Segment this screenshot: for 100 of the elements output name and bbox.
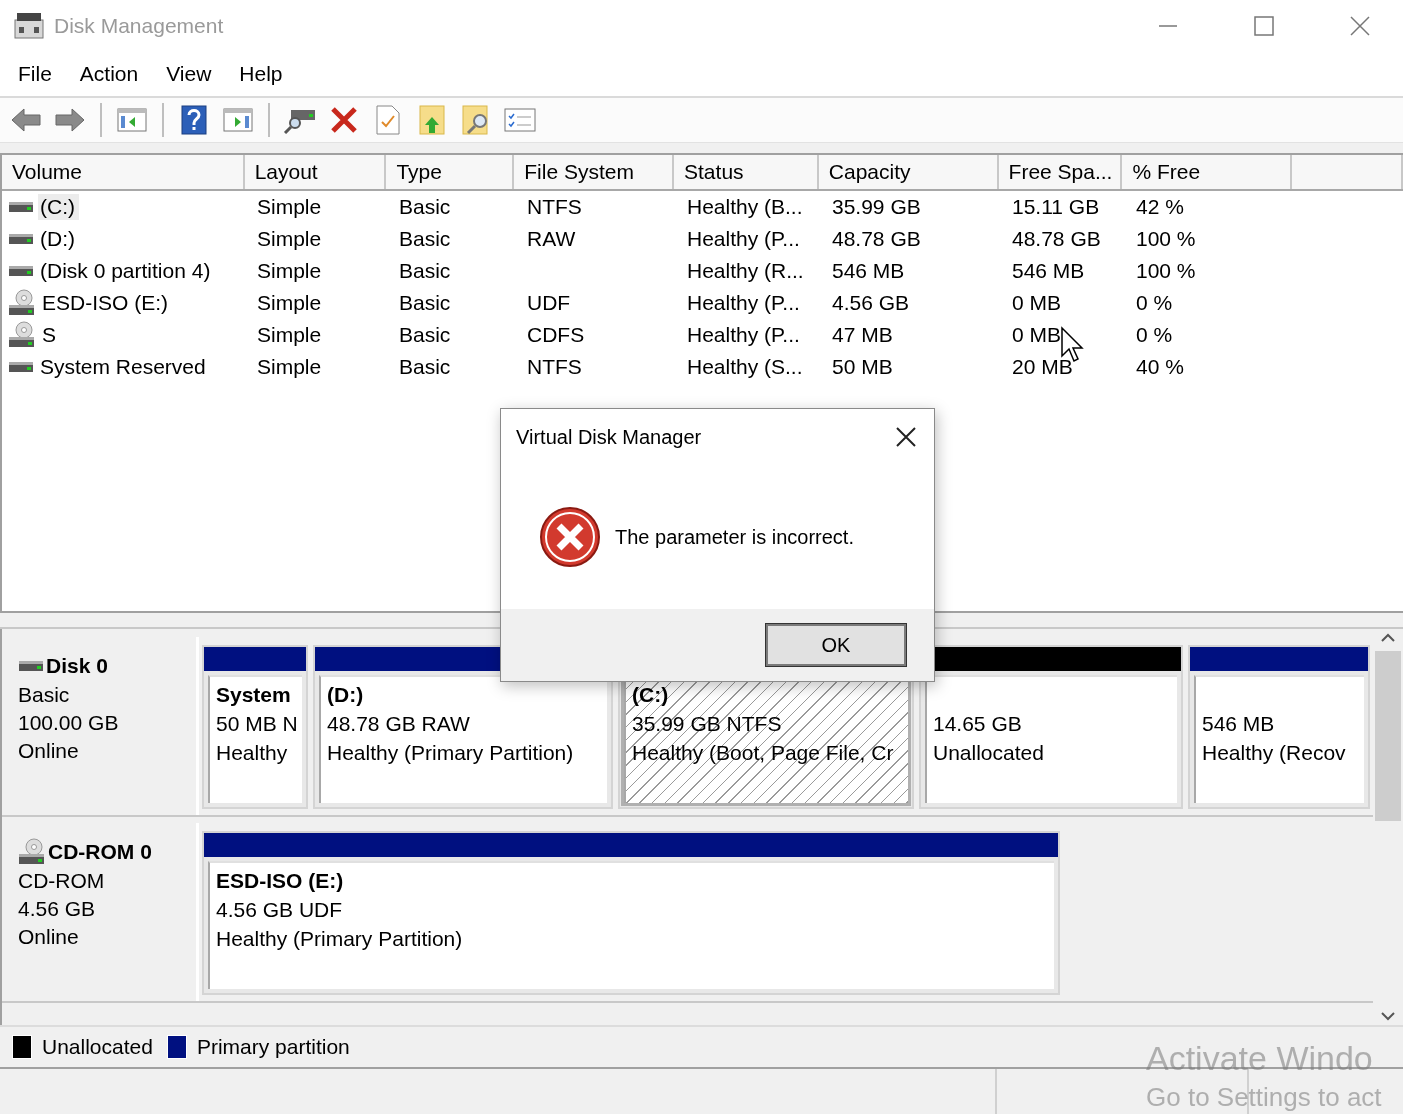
close-icon[interactable] [895, 426, 917, 448]
table-cell: 0 MB [1012, 323, 1061, 346]
partition-label: (C:) [632, 682, 670, 708]
cd-drive-icon [8, 289, 36, 317]
table-cell: Simple [257, 227, 322, 250]
column-header[interactable]: Type [386, 155, 515, 189]
show-pane-icon[interactable] [223, 107, 253, 133]
column-header[interactable]: Layout [244, 155, 387, 189]
table-cell: UDF [527, 291, 571, 314]
table-cell: 48.78 GB [1012, 227, 1101, 250]
table-cell: 100 % [1136, 259, 1196, 282]
drive-icon [8, 360, 34, 374]
drive-entry[interactable]: S [40, 322, 60, 348]
ok-button[interactable]: OK [766, 624, 906, 666]
partition-block[interactable]: System 50 MB N Healthy [202, 645, 308, 809]
partition-size: 4.56 GB UDF [216, 897, 344, 923]
table-cell: 0 MB [1012, 291, 1061, 314]
table-cell: 48.78 GB [832, 227, 921, 250]
delete-icon[interactable] [330, 106, 358, 134]
table-cell: NTFS [527, 355, 582, 378]
disk-size: 4.56 GB [18, 896, 97, 922]
scrollbar-thumb[interactable] [1375, 651, 1401, 821]
table-cell: Healthy (P... [687, 291, 800, 314]
partition-size: 50 MB N [216, 711, 296, 737]
back-arrow-icon[interactable] [10, 107, 42, 133]
table-cell: 0 % [1136, 323, 1173, 346]
menu-item[interactable]: Action [65, 54, 153, 94]
table-cell: 50 MB [832, 355, 893, 378]
table-cell: Basic [399, 291, 451, 314]
drive-entry[interactable]: System Reserved [38, 354, 210, 380]
menu-item[interactable]: View [152, 54, 226, 94]
error-icon [539, 506, 601, 568]
legend-label: Unallocated [42, 1035, 153, 1059]
partition-status: Healthy (Primary Partition) [327, 740, 575, 766]
partition-label: (D:) [327, 682, 365, 708]
table-cell: Healthy (P... [687, 323, 800, 346]
drive-icon [8, 200, 34, 214]
folder-search-icon[interactable] [462, 105, 490, 135]
column-header[interactable]: Free Spa... [998, 155, 1123, 189]
table-cell: 15.11 GB [1012, 195, 1100, 218]
partition-status: Healthy (Primary Partition) [216, 926, 464, 952]
partition-block[interactable]: 546 MB Healthy (Recov [1188, 645, 1370, 809]
checklist-icon[interactable] [504, 108, 536, 132]
table-cell: Healthy (P... [687, 227, 800, 250]
partition-block[interactable]: 14.65 GB Unallocated [919, 645, 1183, 809]
partition-status: Healthy (Recov [1202, 740, 1347, 766]
partition-status: Healthy (Boot, Page File, Cr [632, 740, 895, 766]
table-cell: 546 MB [832, 259, 905, 282]
dialog-title: Virtual Disk Manager [516, 425, 702, 449]
disk-name: Disk 0 [46, 654, 108, 678]
forward-arrow-icon[interactable] [54, 107, 86, 133]
disk-name: CD-ROM 0 [48, 840, 152, 864]
drive-icon [8, 264, 34, 278]
partition-label: ESD-ISO (E:) [216, 868, 345, 894]
column-header[interactable]: % Free [1122, 155, 1293, 189]
maximize-icon[interactable] [1254, 16, 1274, 36]
drive-entry[interactable]: ESD-ISO (E:) [40, 290, 172, 316]
drive-icon [18, 659, 44, 673]
partition-block[interactable]: (D:) 48.78 GB RAW Healthy (Primary Partition) [313, 645, 613, 809]
table-cell: Basic [399, 323, 451, 346]
partition-size: 546 MB [1202, 711, 1276, 737]
column-header[interactable]: File System [514, 155, 675, 189]
table-cell: Basic [399, 227, 451, 250]
column-header[interactable]: Status [674, 155, 819, 189]
disk-status: Online [18, 924, 80, 950]
check-document-icon[interactable] [376, 105, 400, 135]
column-header[interactable]: Volume [2, 155, 245, 189]
table-cell: Basic [399, 195, 451, 218]
table-cell: Simple [257, 355, 322, 378]
window-title: Disk Management [54, 14, 225, 38]
table-cell: Healthy (B... [687, 195, 803, 218]
hide-pane-icon[interactable] [117, 107, 147, 133]
partition-block[interactable]: ESD-ISO (E:) 4.56 GB UDF Healthy (Primary Partition) [202, 831, 1060, 995]
table-cell: 35.99 GB [832, 195, 921, 218]
table-cell: Healthy (S... [687, 355, 803, 378]
table-cell: Healthy (R... [687, 259, 804, 282]
legend-label: Primary partition [196, 1035, 350, 1059]
drive-icon [8, 232, 34, 246]
partition-size: 48.78 GB RAW [327, 711, 471, 737]
table-cell: 100 % [1136, 227, 1196, 250]
drive-entry[interactable]: (Disk 0 partition 4) [38, 258, 215, 284]
table-cell: Simple [257, 259, 322, 282]
drive-entry[interactable]: (C:) [38, 194, 79, 220]
partition-label: System [216, 682, 292, 708]
table-cell: Basic [399, 355, 451, 378]
column-header[interactable]: Capacity [818, 155, 999, 189]
drive-entry[interactable]: (D:) [38, 226, 79, 252]
table-cell: CDFS [527, 323, 585, 346]
menu-item[interactable]: File [4, 54, 66, 94]
table-cell: 47 MB [832, 323, 893, 346]
table-cell: NTFS [527, 195, 582, 218]
partition-size: 14.65 GB [933, 711, 1023, 737]
table-cell: RAW [527, 227, 576, 250]
menu-item[interactable]: Help [225, 54, 297, 94]
disk-type: Basic [18, 682, 71, 708]
cd-drive-icon [18, 838, 46, 866]
help-icon[interactable] [181, 105, 207, 135]
partition-status: Healthy [216, 740, 289, 766]
disk-status: Online [18, 738, 80, 764]
table-cell: Simple [257, 291, 322, 314]
